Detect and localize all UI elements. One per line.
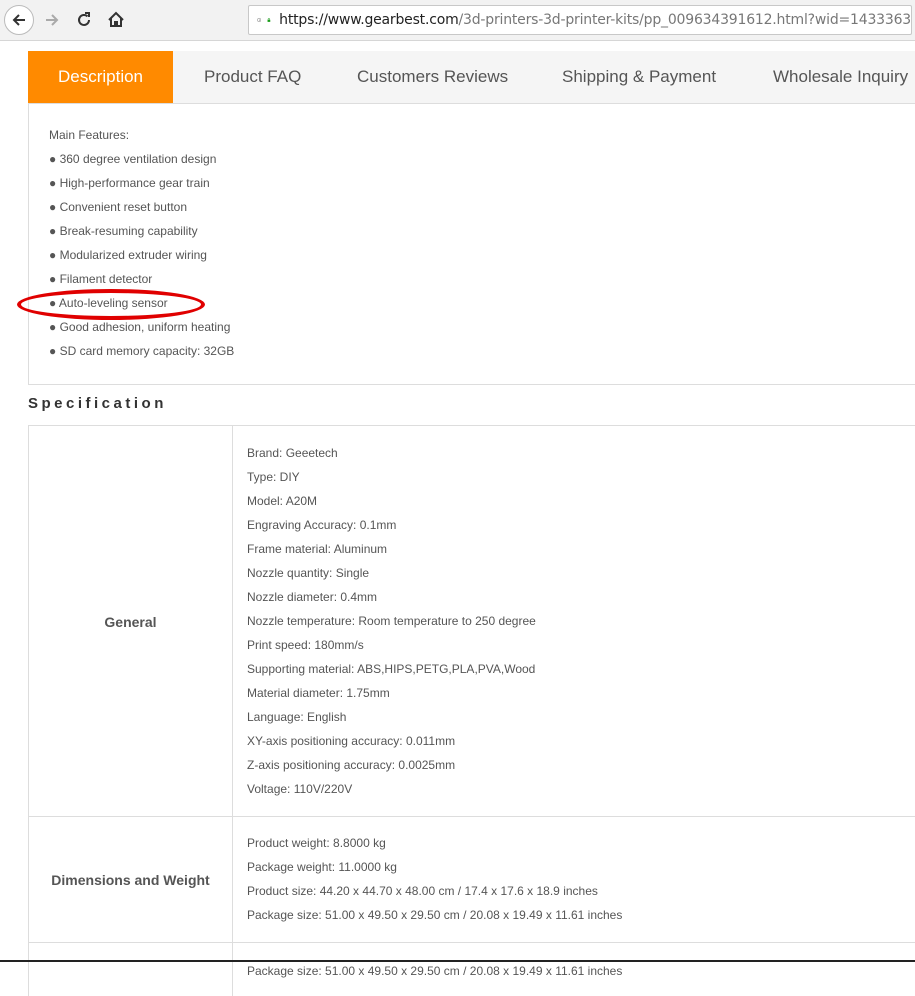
spec-line: Model: A20M: [247, 494, 317, 508]
row-label-dimensions: Dimensions and Weight: [28, 817, 233, 943]
spec-line: Supporting material: ABS,HIPS,PETG,PLA,P…: [247, 662, 535, 676]
product-tabs: Description Product FAQ Customers Review…: [28, 51, 915, 104]
row-label-empty: [28, 943, 233, 996]
tab-shipping-payment[interactable]: Shipping & Payment: [562, 51, 716, 103]
table-row-dimensions: Dimensions and Weight Product weight: 8.…: [28, 816, 915, 943]
table-row-general: General Brand: Geeetech Type: DIY Model:…: [28, 425, 915, 817]
spec-line: Engraving Accuracy: 0.1mm: [247, 518, 396, 532]
spec-line: Package weight: 11.0000 kg: [247, 860, 397, 874]
feature-item: ● High-performance gear train: [49, 176, 210, 190]
spec-line: Nozzle temperature: Room temperature to …: [247, 614, 536, 628]
arrow-left-icon: [11, 12, 27, 28]
tab-product-faq[interactable]: Product FAQ: [204, 51, 301, 103]
row-label-general: General: [28, 426, 233, 817]
spec-line: Nozzle diameter: 0.4mm: [247, 590, 377, 604]
address-bar[interactable]: https://www.gearbest.com/3d-printers-3d-…: [248, 5, 912, 35]
tab-customers-reviews[interactable]: Customers Reviews: [357, 51, 508, 103]
back-button[interactable]: [4, 5, 34, 35]
spec-line: Material diameter: 1.75mm: [247, 686, 390, 700]
spec-line: Product size: 44.20 x 44.70 x 48.00 cm /…: [247, 884, 598, 898]
spec-line: Package size: 51.00 x 49.50 x 29.50 cm /…: [247, 964, 622, 978]
feature-item: ● Break-resuming capability: [49, 224, 198, 238]
forward-button[interactable]: [38, 6, 66, 34]
spec-line: Nozzle quantity: Single: [247, 566, 369, 580]
feature-item: ● Modularized extruder wiring: [49, 248, 207, 262]
spec-line: Z-axis positioning accuracy: 0.0025mm: [247, 758, 455, 772]
annotation-oval: [17, 289, 205, 320]
url-host: https://www.gearbest.com: [279, 12, 458, 28]
spec-line: Type: DIY: [247, 470, 300, 484]
lock-icon: [267, 13, 271, 27]
reload-icon: [76, 12, 92, 28]
spec-line: Brand: Geeetech: [247, 446, 338, 460]
main-features-panel: Main Features: ● 360 degree ventilation …: [28, 104, 915, 385]
spec-line: Product weight: 8.8000 kg: [247, 836, 386, 850]
tab-description[interactable]: Description: [28, 51, 173, 103]
specification-heading: Specification: [28, 395, 167, 412]
spec-line: XY-axis positioning accuracy: 0.011mm: [247, 734, 455, 748]
arrow-right-icon: [44, 12, 60, 28]
url-path: /3d-printers-3d-printer-kits/pp_00963439…: [459, 12, 911, 28]
spec-line: Voltage: 110V/220V: [247, 782, 352, 796]
table-row-partial: Package size: 51.00 x 49.50 x 29.50 cm /…: [28, 942, 915, 996]
spec-line: Language: English: [247, 710, 346, 724]
home-icon: [107, 11, 125, 29]
info-icon[interactable]: [257, 12, 261, 28]
screenshot-divider: [0, 960, 915, 962]
feature-item: ● SD card memory capacity: 32GB: [49, 344, 234, 358]
spec-line: Frame material: Aluminum: [247, 542, 387, 556]
spec-line: Package size: 51.00 x 49.50 x 29.50 cm /…: [247, 908, 622, 922]
home-button[interactable]: [102, 6, 130, 34]
feature-item: ● Convenient reset button: [49, 200, 187, 214]
feature-item: ● Filament detector: [49, 272, 152, 286]
spec-line: Print speed: 180mm/s: [247, 638, 364, 652]
browser-toolbar: https://www.gearbest.com/3d-printers-3d-…: [0, 0, 915, 41]
feature-item: ● 360 degree ventilation design: [49, 152, 216, 166]
tab-wholesale-inquiry[interactable]: Wholesale Inquiry: [773, 51, 908, 103]
reload-button[interactable]: [70, 6, 98, 34]
feature-item: ● Good adhesion, uniform heating: [49, 320, 230, 334]
features-title: Main Features:: [49, 128, 129, 142]
url-text: https://www.gearbest.com/3d-printers-3d-…: [279, 12, 911, 28]
